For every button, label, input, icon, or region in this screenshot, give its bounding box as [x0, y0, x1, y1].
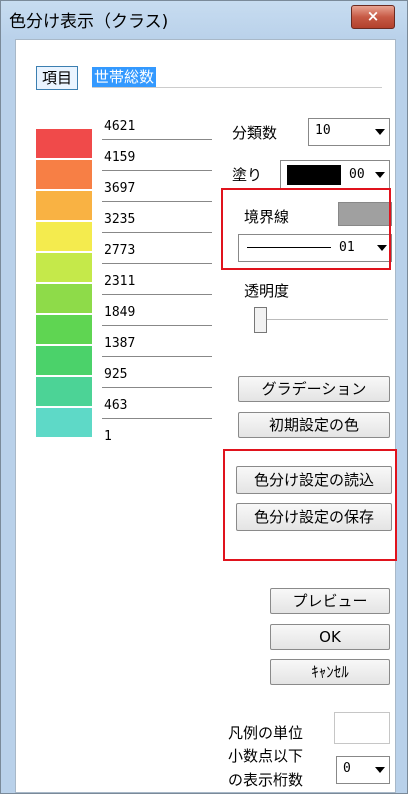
- decimals-value: 0: [343, 761, 351, 776]
- class-boundary-value[interactable]: 4621: [102, 115, 212, 140]
- class-boundary-value[interactable]: 1849: [102, 301, 212, 326]
- classes-select[interactable]: 10: [308, 118, 390, 146]
- highlight-box-border-settings: [221, 188, 391, 270]
- decimals-label-line2: の表示桁数: [228, 771, 304, 789]
- color-swatch[interactable]: [36, 315, 92, 344]
- color-swatch[interactable]: [36, 253, 92, 282]
- classes-label: 分類数: [232, 124, 278, 142]
- window-title: 色分け表示（クラス): [9, 12, 169, 32]
- class-boundary-value[interactable]: 463: [102, 394, 212, 419]
- fill-color-select[interactable]: 00: [280, 160, 390, 190]
- field-name: 世帯総数: [92, 67, 157, 87]
- gradation-button[interactable]: グラデーション: [238, 376, 390, 402]
- fill-label: 塗り: [232, 166, 263, 184]
- ok-button[interactable]: OK: [270, 624, 390, 650]
- class-boundary-value[interactable]: 2311: [102, 270, 212, 295]
- color-swatch[interactable]: [36, 284, 92, 313]
- dialog-client-area: 項目 世帯総数 4621 4159 3697 3235 2773 2311 18…: [15, 39, 396, 793]
- class-boundary-value[interactable]: 3697: [102, 177, 212, 202]
- header-divider: [92, 87, 382, 88]
- color-swatch[interactable]: [36, 160, 92, 189]
- item-button[interactable]: 項目: [36, 66, 78, 90]
- transparency-label: 透明度: [244, 282, 290, 300]
- initial-color-button[interactable]: 初期設定の色: [238, 412, 390, 438]
- class-boundary-value[interactable]: 2773: [102, 239, 212, 264]
- chevron-down-icon: [375, 172, 385, 178]
- chevron-down-icon: [375, 129, 385, 135]
- class-boundary-value[interactable]: 925: [102, 363, 212, 388]
- cancel-button[interactable]: ｷｬﾝｾﾙ: [270, 659, 390, 685]
- transparency-slider-thumb[interactable]: [254, 307, 267, 333]
- color-swatch[interactable]: [36, 191, 92, 220]
- class-boundary-value[interactable]: 1387: [102, 332, 212, 357]
- classes-value: 10: [315, 123, 331, 138]
- class-boundary-value[interactable]: 1: [102, 425, 212, 449]
- dialog-window: 色分け表示（クラス) × 項目 世帯総数 4621 4159 3697 3235…: [0, 0, 408, 794]
- close-button[interactable]: ×: [351, 5, 395, 29]
- color-swatch[interactable]: [36, 408, 92, 437]
- color-swatch[interactable]: [36, 346, 92, 375]
- legend-unit-input[interactable]: [334, 712, 390, 744]
- decimals-label-line1: 小数点以下: [228, 747, 304, 765]
- color-swatch[interactable]: [36, 377, 92, 406]
- fill-color-code: 00: [349, 167, 365, 182]
- class-boundary-value[interactable]: 3235: [102, 208, 212, 233]
- decimals-select[interactable]: 0: [336, 756, 390, 784]
- legend-unit-label: 凡例の単位: [228, 724, 304, 742]
- color-swatch[interactable]: [36, 222, 92, 251]
- color-swatch[interactable]: [36, 129, 92, 158]
- preview-button[interactable]: プレビュー: [270, 588, 390, 614]
- transparency-track[interactable]: [254, 319, 388, 320]
- highlight-box-settings-buttons: [223, 449, 397, 561]
- class-boundary-value[interactable]: 4159: [102, 146, 212, 171]
- close-icon: ×: [366, 7, 380, 25]
- fill-color-preview: [287, 165, 341, 185]
- chevron-down-icon: [375, 767, 385, 773]
